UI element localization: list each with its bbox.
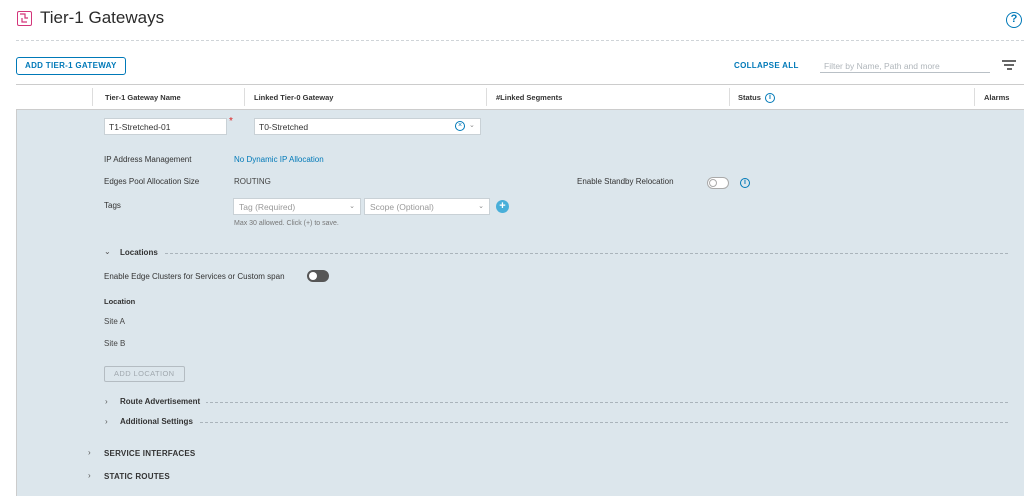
static-routes-section[interactable]: STATIC ROUTES	[104, 472, 170, 481]
tags-label: Tags	[104, 201, 121, 210]
chevron-down-icon[interactable]: ⌄	[104, 247, 111, 256]
column-header-status[interactable]: Status i	[738, 93, 775, 104]
info-icon[interactable]: i	[764, 93, 775, 104]
locations-section-title[interactable]: Locations	[120, 248, 164, 257]
chevron-right-icon[interactable]: ›	[105, 417, 108, 426]
edges-pool-value: ROUTING	[234, 177, 271, 186]
ipam-label: IP Address Management	[104, 155, 192, 164]
info-icon[interactable]: i	[740, 178, 750, 188]
scope-select[interactable]: Scope (Optional) ⌄	[364, 198, 490, 215]
gateway-name-input[interactable]: T1-Stretched-01	[104, 118, 227, 135]
add-location-button[interactable]: ADD LOCATION	[104, 366, 185, 382]
ipam-link[interactable]: No Dynamic IP Allocation	[234, 155, 324, 164]
edge-clusters-toggle[interactable]	[307, 270, 329, 282]
plus-icon[interactable]: +	[496, 200, 509, 213]
location-site: Site B	[104, 339, 126, 348]
scope-placeholder: Scope (Optional)	[370, 202, 434, 212]
table-header: Tier-1 Gateway Name Linked Tier-0 Gatewa…	[16, 84, 1024, 110]
tag-select[interactable]: Tag (Required) ⌄	[233, 198, 361, 215]
required-mark: *	[229, 116, 233, 127]
location-column-header: Location	[104, 297, 136, 306]
column-header-alarms[interactable]: Alarms	[984, 93, 1009, 102]
page-title: Tier-1 Gateways	[40, 8, 165, 27]
route-advertisement-section[interactable]: Route Advertisement	[120, 397, 207, 406]
collapse-all-link[interactable]: COLLAPSE ALL	[734, 61, 799, 70]
chevron-down-icon[interactable]: ⌄	[469, 121, 475, 129]
column-header-segments[interactable]: #Linked Segments	[496, 93, 562, 102]
header-divider	[16, 40, 1024, 41]
chevron-down-icon: ⌄	[478, 203, 484, 210]
chevron-right-icon[interactable]: ›	[88, 448, 91, 457]
filter-input[interactable]	[820, 59, 990, 73]
linked-t0-select[interactable]: T0-Stretched	[254, 118, 481, 135]
location-site: Site A	[104, 317, 125, 326]
add-tier1-gateway-button[interactable]: ADD TIER-1 GATEWAY	[16, 57, 126, 75]
additional-settings-section[interactable]: Additional Settings	[120, 417, 199, 426]
service-interfaces-section[interactable]: SERVICE INTERFACES	[104, 449, 195, 458]
clear-icon[interactable]: ×	[455, 121, 465, 131]
expanded-row-panel	[16, 110, 1024, 496]
filter-icon[interactable]	[1002, 60, 1016, 70]
section-divider	[205, 402, 1008, 403]
edge-clusters-label: Enable Edge Clusters for Services or Cus…	[104, 272, 285, 281]
chevron-down-icon: ⌄	[349, 203, 355, 210]
section-divider	[200, 422, 1008, 423]
help-icon[interactable]: ?	[1006, 12, 1022, 28]
status-label: Status	[738, 93, 761, 102]
tier1-gateway-icon	[17, 11, 32, 26]
standby-relocation-label: Enable Standby Relocation	[577, 177, 674, 186]
standby-relocation-toggle[interactable]	[707, 177, 729, 189]
chevron-right-icon[interactable]: ›	[88, 471, 91, 480]
edges-pool-label: Edges Pool Allocation Size	[104, 177, 200, 186]
chevron-right-icon[interactable]: ›	[105, 397, 108, 406]
column-header-linked-t0[interactable]: Linked Tier-0 Gateway	[254, 93, 333, 102]
column-header-name[interactable]: Tier-1 Gateway Name	[105, 93, 181, 102]
tag-placeholder: Tag (Required)	[239, 202, 296, 212]
tags-hint: Max 30 allowed. Click (+) to save.	[234, 220, 339, 227]
section-divider	[160, 253, 1008, 254]
